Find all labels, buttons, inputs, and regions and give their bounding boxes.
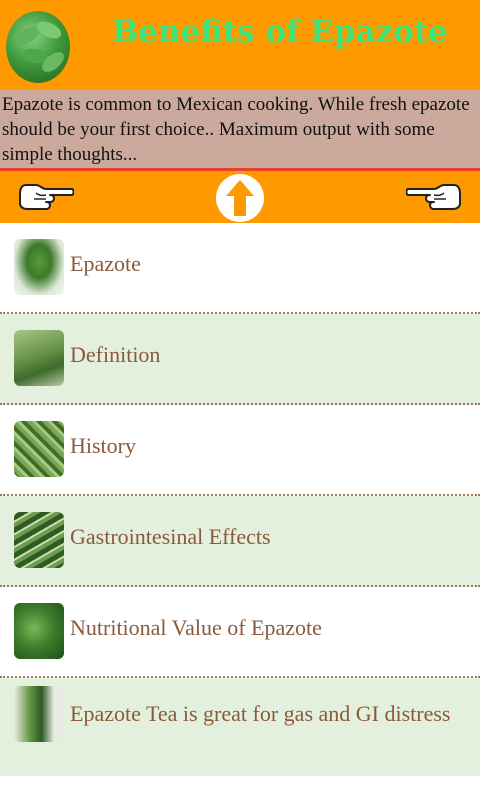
up-arrow-icon[interactable] — [216, 174, 264, 222]
list-item-history[interactable]: History — [0, 405, 480, 496]
list-item-label: History — [70, 433, 136, 458]
history-thumbnail — [14, 421, 64, 477]
list-item-epazote[interactable]: Epazote — [0, 223, 480, 314]
pointing-hand-right-icon[interactable] — [406, 179, 464, 213]
epazote-plant-thumbnail — [14, 239, 64, 295]
list-item-label: Definition — [70, 342, 161, 367]
definition-thumbnail — [14, 330, 64, 386]
list-item-label: Epazote — [70, 251, 141, 276]
app-title: Benefits of Epazote — [112, 14, 448, 50]
list-item-epazote-tea[interactable]: Epazote Tea is great for gas and GI dist… — [0, 678, 480, 776]
nav-bar — [0, 171, 480, 223]
pointing-hand-left-icon[interactable] — [16, 179, 74, 213]
list-item-gastrointestinal-effects[interactable]: Gastrointesinal Effects — [0, 496, 480, 587]
description-text: Epazote is common to Mexican cooking. Wh… — [2, 94, 470, 165]
list-item-label: Epazote Tea is great for gas and GI dist… — [70, 701, 451, 726]
list-item-nutritional-value[interactable]: Nutritional Value of Epazote — [0, 587, 480, 678]
app-header: Benefits of Epazote — [0, 0, 480, 90]
nutritional-value-thumbnail — [14, 603, 64, 659]
list-item-label: Nutritional Value of Epazote — [70, 615, 322, 640]
gastrointestinal-thumbnail — [14, 512, 64, 568]
description-box: Epazote is common to Mexican cooking. Wh… — [0, 90, 480, 168]
topic-list: Epazote Definition History Gastrointesin… — [0, 223, 480, 776]
list-item-label: Gastrointesinal Effects — [70, 524, 271, 549]
list-item-definition[interactable]: Definition — [0, 314, 480, 405]
